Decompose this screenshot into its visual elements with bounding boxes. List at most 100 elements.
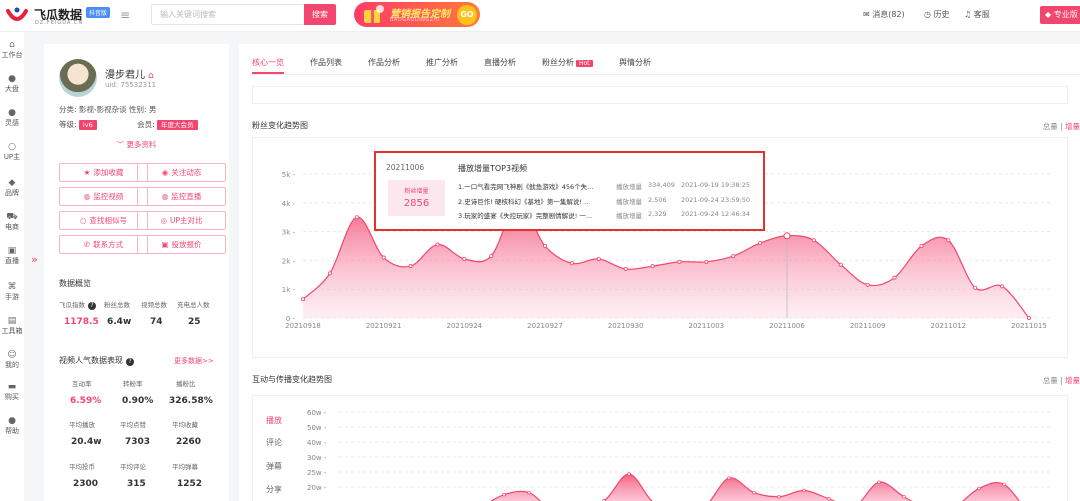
video-title: 1.一口气看完网飞神剧《鱿鱼游戏》456个失... bbox=[458, 183, 594, 191]
bulb-icon: ● bbox=[8, 108, 16, 118]
action-label: 联系方式 bbox=[93, 240, 124, 249]
home-icon[interactable]: ⌂ bbox=[148, 71, 154, 81]
x-tick-label: 20210918 bbox=[285, 322, 321, 330]
toggle-total[interactable]: 总量 bbox=[1043, 376, 1058, 385]
nav-label: 工作台 bbox=[1, 51, 23, 59]
data-point bbox=[677, 259, 682, 264]
pop-value: 7303 bbox=[125, 437, 151, 447]
y-tick-label: 5k - bbox=[282, 171, 296, 179]
clock-icon: ◷ bbox=[924, 10, 931, 19]
data-point bbox=[919, 244, 924, 249]
tab-fans-analysis[interactable]: 粉丝分析 Hot bbox=[542, 57, 593, 68]
nav-item-mine[interactable]: ☺ 我的 bbox=[0, 350, 24, 370]
toolbox-icon: ▤ bbox=[7, 316, 17, 326]
nav-item-market[interactable]: ● 大盘 bbox=[0, 74, 24, 94]
tab-core-overview[interactable]: 核心一览 bbox=[252, 57, 284, 68]
toggle-increment[interactable]: 增量 bbox=[1065, 122, 1080, 131]
tab-sentiment-analysis[interactable]: 舆情分析 bbox=[619, 57, 651, 68]
nav-label: 大盘 bbox=[5, 85, 19, 93]
overview-grid: 飞瓜指数? 粉丝总数 视频总数 充电总人数 1178.5 6.4w 74 25 bbox=[59, 299, 224, 329]
tab-works-list[interactable]: 作品列表 bbox=[310, 57, 342, 68]
side-tab-share[interactable]: 分享 bbox=[266, 484, 282, 495]
service-link[interactable]: ♫ 客服 bbox=[964, 9, 990, 20]
hover-point bbox=[783, 232, 791, 240]
chevron-down-icon: ﹀ bbox=[116, 140, 125, 149]
toggle-total[interactable]: 总量 bbox=[1043, 122, 1058, 131]
search-button[interactable]: 搜索 bbox=[304, 4, 336, 25]
popularity-row-2: 平均播放 平均点赞 平均收藏 20.4w 7303 2260 bbox=[59, 419, 224, 449]
data-point bbox=[502, 492, 506, 497]
x-tick-label: 20211015 bbox=[1011, 322, 1047, 330]
y-tick-label: 40w - bbox=[307, 439, 327, 447]
nav-item-live[interactable]: ▣ 直播 bbox=[0, 246, 24, 266]
service-label: 客服 bbox=[973, 10, 990, 19]
find-similar-button[interactable]: ○ 查找相似号 bbox=[59, 211, 148, 230]
help-icon[interactable]: ? bbox=[126, 358, 134, 366]
ad-quote-button[interactable]: ▣ 投放报价 bbox=[137, 235, 226, 254]
follow-updates-button[interactable]: ◉ 关注动态 bbox=[137, 163, 226, 182]
profile-gender: 性别: 男 bbox=[129, 105, 157, 114]
tooltip-row[interactable]: 1.一口气看完网飞神剧《鱿鱼游戏》456个失... 播放增量 334,409 2… bbox=[458, 181, 750, 191]
video-title: 3.玩家的盛宴《失控玩家》完整剧情解说! 一... bbox=[458, 212, 593, 220]
toggle-increment[interactable]: 增量 bbox=[1065, 376, 1080, 385]
tab-works-analysis[interactable]: 作品分析 bbox=[368, 57, 400, 68]
x-tick-label: 20211003 bbox=[689, 322, 725, 330]
pro-version-button[interactable]: ◆ 专业版 bbox=[1040, 6, 1080, 24]
promo-go-button[interactable]: GO bbox=[457, 5, 477, 25]
search-icon: ○ bbox=[79, 216, 87, 225]
data-point bbox=[569, 261, 574, 266]
monitor-video-button[interactable]: ◍ 监控视频 bbox=[59, 187, 148, 206]
nav-item-inspiration[interactable]: ● 灵感 bbox=[0, 108, 24, 128]
popularity-title-text: 视频人气数据表现 bbox=[59, 356, 123, 365]
expand-nav-icon[interactable]: » bbox=[31, 253, 38, 266]
x-tick-label: 20211009 bbox=[850, 322, 886, 330]
diamond-icon: ◆ bbox=[8, 178, 16, 188]
side-tab-play[interactable]: 播放 bbox=[266, 415, 282, 426]
pop-label: 平均投币 bbox=[69, 463, 95, 471]
action-label: 投放报价 bbox=[171, 240, 202, 249]
nav-label: 我的 bbox=[5, 361, 19, 369]
avatar bbox=[59, 59, 97, 97]
side-tab-comment[interactable]: 评论 bbox=[266, 437, 282, 448]
nav-label: 灵感 bbox=[5, 119, 19, 127]
tooltip-row[interactable]: 3.玩家的盛宴《失控玩家》完整剧情解说! 一... 播放增量 2,329 202… bbox=[458, 210, 750, 220]
row-time: 2021-09-19 19:38:25 bbox=[681, 181, 751, 189]
help-icon[interactable]: ? bbox=[88, 302, 96, 310]
search-input[interactable]: 输入关键词搜索 bbox=[151, 4, 305, 25]
data-point bbox=[902, 494, 906, 499]
nav-item-help[interactable]: ● 帮助 bbox=[0, 416, 24, 436]
nav-item-purchase[interactable]: ▬ 购买 bbox=[0, 382, 24, 402]
interaction-trend-chart[interactable]: 60w - 50w - 40w - 30w - 25w - 20w - bbox=[253, 396, 1069, 501]
menu-icon[interactable]: ≡ bbox=[120, 9, 132, 21]
more-data-link[interactable]: 更多数据>> bbox=[174, 356, 214, 366]
data-point bbox=[527, 490, 531, 495]
more-info-link[interactable]: ﹀ 更多资料 bbox=[44, 139, 229, 150]
star-icon: ★ bbox=[83, 168, 91, 177]
x-tick-label: 20210927 bbox=[527, 322, 563, 330]
data-point bbox=[727, 476, 731, 480]
side-tab-danmaku[interactable]: 弹幕 bbox=[266, 461, 282, 472]
pop-label: 互动率 bbox=[72, 380, 92, 388]
x-tick-label: 20210924 bbox=[447, 322, 483, 330]
messages-link[interactable]: ✉ 消息(82) bbox=[863, 9, 905, 20]
tooltip-row[interactable]: 2.史诗巨作! 硬核科幻《基地》第一集解说! ... 播放增量 2,506 20… bbox=[458, 196, 750, 206]
nav-item-brand[interactable]: ◆ 品牌 bbox=[0, 178, 24, 198]
nav-item-toolbox[interactable]: ▤ 工具箱 bbox=[0, 316, 24, 336]
add-favorite-button[interactable]: ★ 添加收藏 bbox=[59, 163, 148, 182]
up-compare-button[interactable]: ◎ UP主对比 bbox=[137, 211, 226, 230]
nav-item-workbench[interactable]: ⌂ 工作台 bbox=[0, 40, 24, 60]
promo-subtitle: BAOGAODINGZHI bbox=[390, 17, 440, 23]
data-point bbox=[704, 259, 709, 264]
row-time: 2021-09-24 12:46:34 bbox=[681, 210, 751, 218]
contact-button[interactable]: ✆ 联系方式 bbox=[59, 235, 148, 254]
history-link[interactable]: ◷ 历史 bbox=[924, 9, 950, 20]
tab-promotion-analysis[interactable]: 推广分析 bbox=[426, 57, 458, 68]
promo-banner[interactable]: 营销报告定制 BAOGAODINGZHI GO bbox=[354, 2, 480, 27]
tab-live-analysis[interactable]: 直播分析 bbox=[484, 57, 516, 68]
monitor-live-button[interactable]: ◍ 监控直播 bbox=[137, 187, 226, 206]
nav-item-mobile-game[interactable]: ⌘ 手游 bbox=[0, 282, 24, 302]
overview-label: 视频总数 bbox=[141, 301, 167, 309]
nav-item-ecommerce[interactable]: ⛟ 电商 bbox=[0, 212, 24, 232]
nav-item-up[interactable]: ○ UP主 bbox=[0, 142, 24, 162]
profile-name-row: 漫步君儿 ⌂ bbox=[105, 66, 154, 81]
